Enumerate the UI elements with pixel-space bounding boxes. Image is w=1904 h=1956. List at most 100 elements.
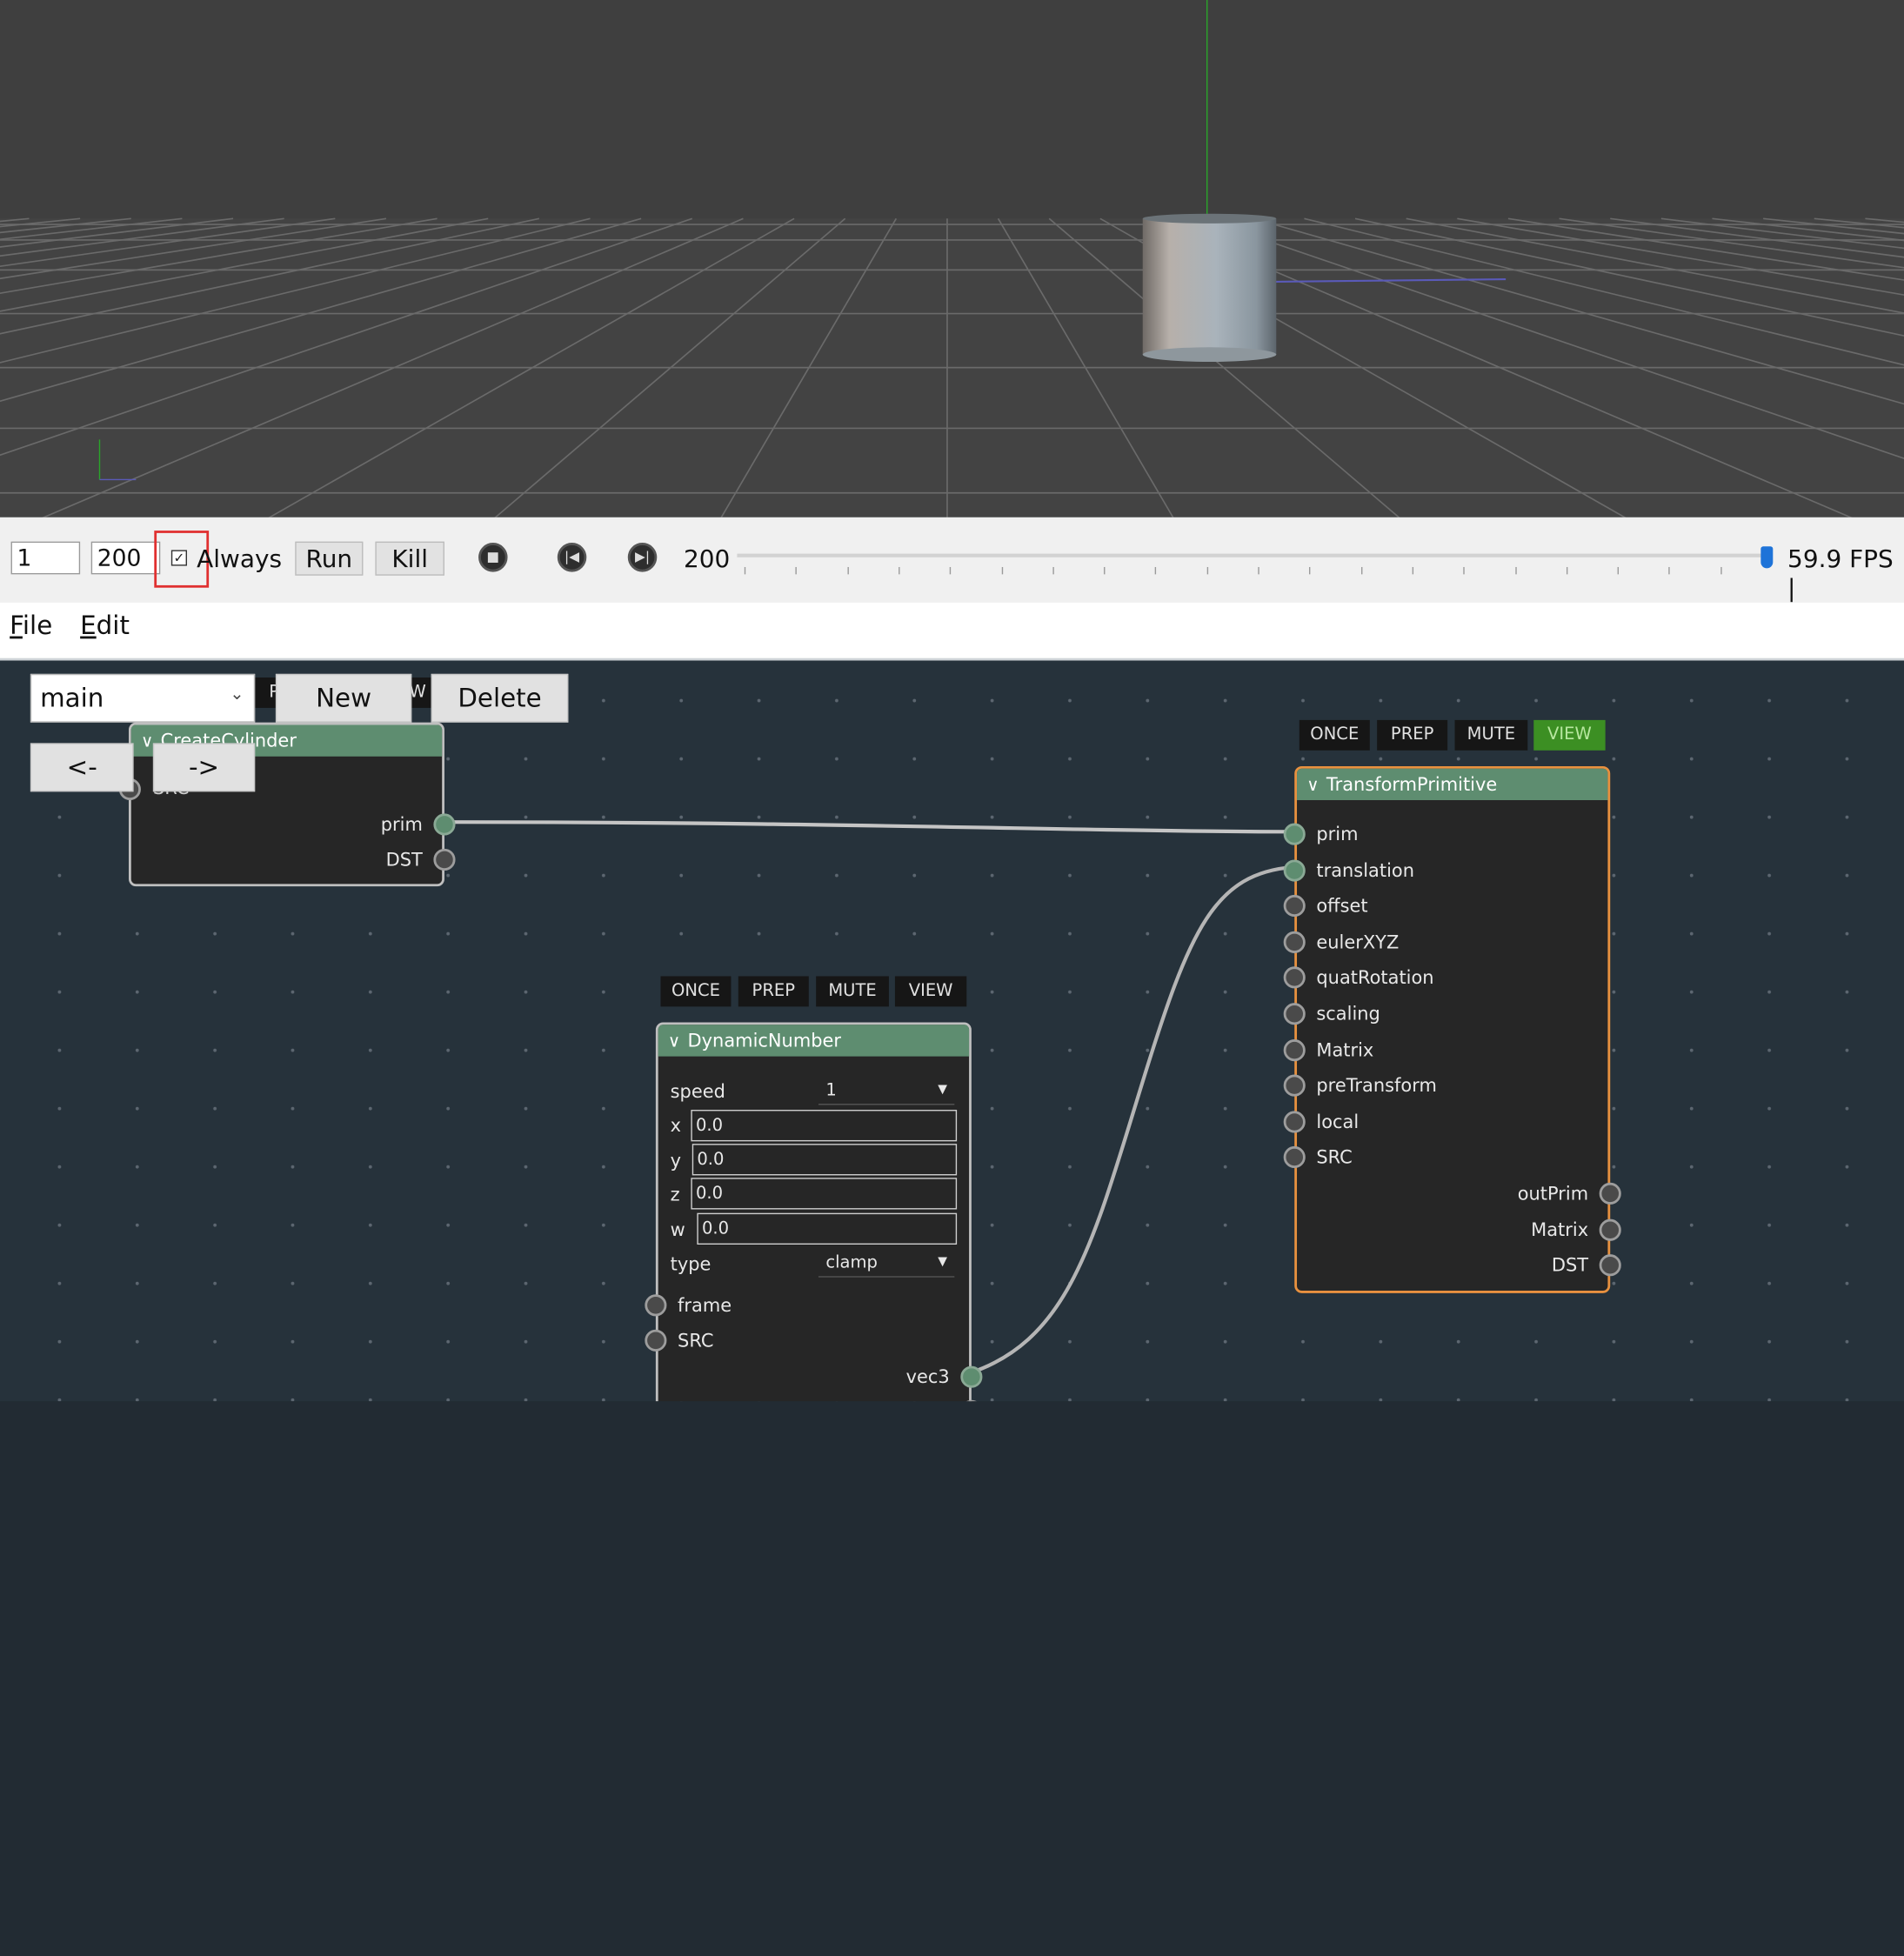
node-title: TransformPrimitive xyxy=(1326,773,1498,796)
node-transform-primitive[interactable]: ∨ TransformPrimitive prim translation offse… xyxy=(1283,765,1621,1293)
slider-tick xyxy=(1104,566,1106,575)
input-label: quatRotation xyxy=(1316,966,1434,989)
flag-mute[interactable]: MUTE xyxy=(816,976,889,1007)
menu-edit[interactable]: Edit xyxy=(80,611,130,640)
hidden-flag-right[interactable]: W xyxy=(409,678,431,708)
flag-mute[interactable]: MUTE xyxy=(1454,719,1528,751)
subgraph-select[interactable]: main ⌄ xyxy=(30,673,256,723)
run-button[interactable]: Run xyxy=(295,541,364,576)
slider-tick xyxy=(1514,566,1517,575)
delete-graph-button[interactable]: Delete xyxy=(431,673,569,723)
collapse-chevron-icon[interactable]: ∨ xyxy=(668,1026,680,1058)
input-label: SRC xyxy=(678,1329,714,1352)
end-frame-input[interactable]: 200 xyxy=(90,541,161,575)
z-input[interactable]: 0.0 xyxy=(691,1178,958,1210)
3d-viewport[interactable] xyxy=(0,0,1904,517)
x-label: x xyxy=(670,1114,682,1137)
forward-button[interactable]: -> xyxy=(152,743,256,792)
input-label: Matrix xyxy=(1316,1038,1374,1061)
input-port-src[interactable] xyxy=(1283,1146,1306,1169)
slider-tick xyxy=(1206,566,1208,575)
slider-tick xyxy=(1463,566,1465,575)
input-port-frame[interactable] xyxy=(645,1294,667,1317)
output-label: DST xyxy=(1551,1254,1589,1277)
slider-tick xyxy=(950,566,952,575)
flag-prep[interactable]: PREP xyxy=(1377,719,1448,751)
speed-dropdown[interactable]: 1 ▼ xyxy=(818,1075,955,1105)
timeline-bar: 1 200 ✓ Always Run Kill ■ |◀ ▶| 200 59.9… xyxy=(0,517,1904,603)
output-label: Matrix xyxy=(1531,1218,1589,1241)
node-graph-editor[interactable]: ∨CreateCylinder SRC prim DST P W main⌄ N… xyxy=(0,660,1904,1402)
type-dropdown[interactable]: clamp ▼ xyxy=(818,1248,955,1278)
input-port-pretransform[interactable] xyxy=(1283,1074,1306,1097)
flag-once[interactable]: ONCE xyxy=(1299,719,1370,751)
wire-prim-to-prim xyxy=(444,820,1295,834)
output-port-dst[interactable] xyxy=(1599,1254,1621,1277)
fps-label: 59.9 FPS | xyxy=(1787,544,1894,603)
node-title: DynamicNumber xyxy=(687,1029,842,1052)
input-port-offset[interactable] xyxy=(1283,895,1306,918)
menu-file-label: ile xyxy=(22,611,53,640)
wire-vec3-to-translation xyxy=(968,865,1295,1375)
slider-tick xyxy=(795,566,798,575)
slider-tick xyxy=(1309,566,1311,575)
menu-bar: File Edit xyxy=(0,602,1904,661)
frame-slider-handle[interactable] xyxy=(1760,546,1774,569)
type-value: clamp xyxy=(825,1252,878,1273)
step-forward-icon[interactable]: ▶| xyxy=(627,543,658,572)
back-button[interactable]: <- xyxy=(30,743,134,792)
w-label: w xyxy=(670,1218,685,1241)
node-transform-primitive-header[interactable]: ∨ TransformPrimitive xyxy=(1297,768,1608,801)
output-label: DST xyxy=(385,848,423,871)
slider-tick xyxy=(1360,566,1362,575)
menu-edit-label: dit xyxy=(96,611,130,640)
current-frame-label: 200 xyxy=(684,544,731,573)
output-port-matrix[interactable] xyxy=(1599,1218,1621,1241)
input-port-prim[interactable] xyxy=(1283,823,1306,845)
speed-label: speed xyxy=(670,1080,725,1103)
input-port-quatrotation[interactable] xyxy=(1283,966,1306,989)
subgraph-select-value: main xyxy=(40,684,104,713)
slider-tick xyxy=(1617,566,1620,575)
output-port-vec3[interactable] xyxy=(960,1365,983,1388)
viewport-scene xyxy=(0,0,1904,517)
output-port-prim[interactable] xyxy=(433,813,456,836)
kill-button[interactable]: Kill xyxy=(375,541,444,576)
always-label: Always xyxy=(197,544,283,573)
output-label: vec3 xyxy=(905,1365,950,1388)
start-frame-input[interactable]: 1 xyxy=(10,541,81,575)
output-label: outPrim xyxy=(1517,1182,1589,1205)
cylinder-object xyxy=(1142,213,1277,363)
flag-view[interactable]: VIEW xyxy=(1533,719,1606,751)
flag-view[interactable]: VIEW xyxy=(894,976,967,1007)
type-label: type xyxy=(670,1252,711,1275)
x-input[interactable]: 0.0 xyxy=(691,1110,958,1142)
input-port-eulerxyz[interactable] xyxy=(1283,931,1306,953)
slider-tick xyxy=(1258,566,1259,575)
input-port-translation[interactable] xyxy=(1283,858,1306,882)
step-back-icon[interactable]: |◀ xyxy=(557,543,587,572)
menu-file[interactable]: File xyxy=(10,611,52,640)
flag-once[interactable]: ONCE xyxy=(660,976,732,1007)
node-dynamic-number[interactable]: ∨ DynamicNumber speed 1 ▼ x 0.0 y 0.0 z 0.… xyxy=(645,1022,983,1402)
stop-icon[interactable]: ■ xyxy=(478,543,508,572)
input-port-src[interactable] xyxy=(645,1329,667,1352)
hidden-flag-right-label: W xyxy=(409,682,426,702)
slider-tick xyxy=(1001,566,1003,575)
frame-slider[interactable] xyxy=(737,553,1770,557)
output-port-outprim[interactable] xyxy=(1599,1182,1621,1205)
collapse-chevron-icon[interactable]: ∨ xyxy=(1306,770,1319,801)
w-input[interactable]: 0.0 xyxy=(697,1212,958,1245)
collapse-chevron-icon[interactable]: ∨ xyxy=(141,726,153,758)
node-dynamic-number-header[interactable]: ∨ DynamicNumber xyxy=(658,1025,970,1058)
input-label: prim xyxy=(1316,823,1359,845)
y-input[interactable]: 0.0 xyxy=(691,1144,958,1176)
input-port-scaling[interactable] xyxy=(1283,1003,1306,1025)
input-label: eulerXYZ xyxy=(1316,931,1400,953)
output-port-dst[interactable] xyxy=(433,848,456,871)
menu-edit-mnemonic: E xyxy=(80,611,97,640)
new-graph-button[interactable]: New xyxy=(275,673,412,723)
input-port-matrix[interactable] xyxy=(1283,1038,1306,1061)
flag-prep[interactable]: PREP xyxy=(738,976,809,1007)
input-port-local[interactable] xyxy=(1283,1111,1306,1133)
